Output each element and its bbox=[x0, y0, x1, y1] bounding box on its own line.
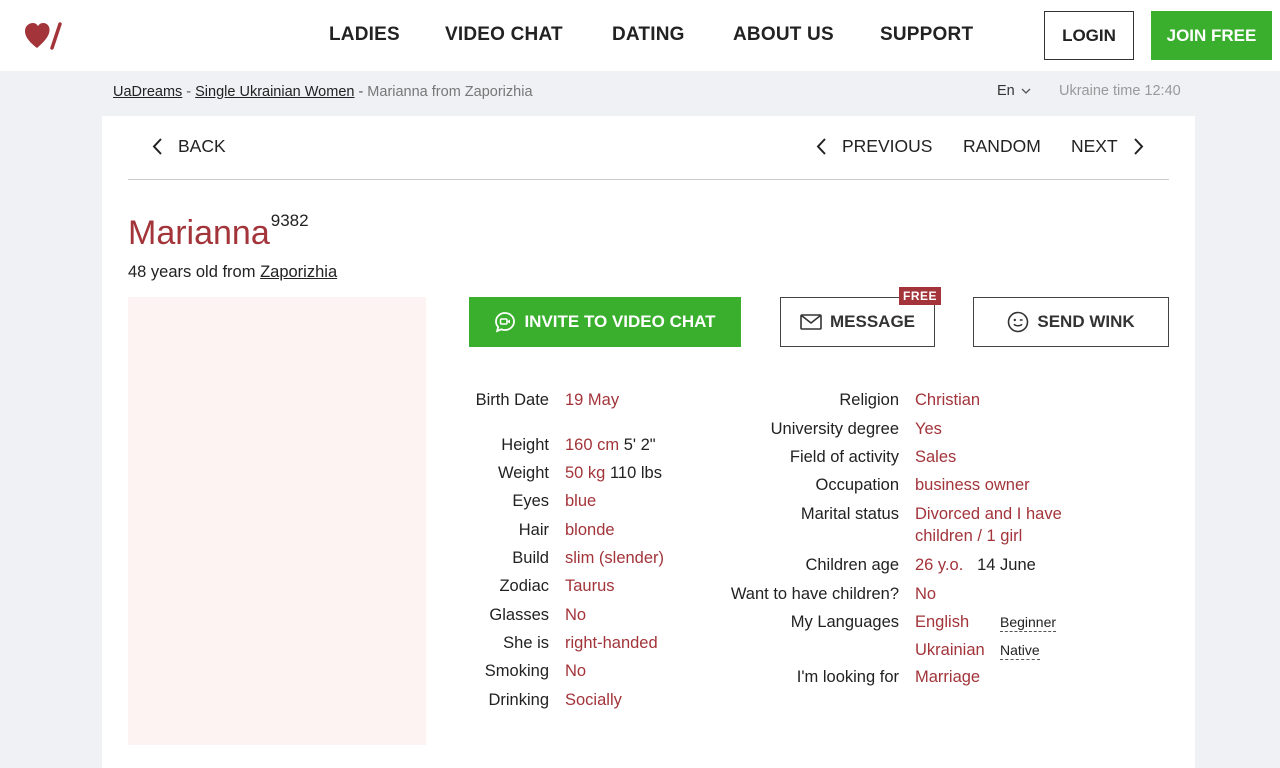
breadcrumb: UaDreams - Single Ukrainian Women - Marianna… bbox=[113, 84, 533, 100]
city-link[interactable]: Zaporizhia bbox=[260, 263, 337, 281]
detail-value: slim (slender) bbox=[565, 549, 665, 567]
detail-value: Yes bbox=[915, 420, 942, 438]
children-birthday: 14 June bbox=[977, 556, 1036, 574]
detail-value: Divorced and I have bbox=[915, 505, 1062, 523]
detail-label: Drinking bbox=[488, 691, 549, 709]
height-ft: 5' 2" bbox=[623, 436, 656, 454]
envelope-icon bbox=[800, 314, 822, 330]
profile-photo[interactable] bbox=[128, 297, 426, 745]
chevron-left-icon bbox=[152, 138, 162, 155]
detail-value: No bbox=[915, 585, 937, 603]
detail-value: business owner bbox=[915, 476, 1030, 494]
detail-value: 26 y.o. 14 June bbox=[915, 556, 1036, 575]
breadcrumb-separator: - bbox=[358, 84, 364, 100]
detail-label: Occupation bbox=[815, 476, 899, 494]
breadcrumb-current: Marianna from Zaporizhia bbox=[367, 84, 533, 100]
video-chat-label: INVITE TO VIDEO CHAT bbox=[524, 312, 716, 331]
back-label: BACK bbox=[178, 136, 226, 156]
detail-label: She is bbox=[503, 634, 549, 652]
previous-label: PREVIOUS bbox=[842, 136, 933, 156]
language-level[interactable]: Beginner bbox=[1000, 614, 1057, 632]
detail-label: Build bbox=[512, 549, 549, 567]
weight-lbs: 110 lbs bbox=[609, 464, 662, 482]
detail-label: Height bbox=[501, 436, 549, 454]
detail-value: blonde bbox=[565, 521, 615, 539]
detail-label: Marital status bbox=[800, 505, 899, 523]
chevron-right-icon bbox=[1133, 138, 1144, 155]
detail-label: Zodiac bbox=[499, 577, 549, 595]
back-button[interactable]: BACK bbox=[152, 136, 226, 157]
age-text: 48 years old from bbox=[128, 263, 256, 281]
detail-label: My Languages bbox=[790, 613, 899, 631]
previous-button[interactable]: PREVIOUS bbox=[816, 136, 932, 157]
profile-card: BACK PREVIOUS RANDOM NEXT Marianna9382 4… bbox=[102, 116, 1195, 768]
nav-about-us[interactable]: ABOUT US bbox=[733, 24, 834, 46]
detail-value: Marriage bbox=[915, 668, 981, 686]
next-label: NEXT bbox=[1071, 136, 1118, 156]
detail-label: Field of activity bbox=[789, 448, 899, 466]
detail-label: Hair bbox=[518, 521, 549, 539]
detail-label: Smoking bbox=[484, 662, 549, 680]
wink-smiley-icon bbox=[1008, 311, 1029, 333]
detail-value: Socially bbox=[565, 691, 622, 709]
weight-kg: 50 kg bbox=[565, 464, 606, 482]
detail-value: 160 cm 5' 2" bbox=[565, 436, 656, 455]
profile-navigation: BACK PREVIOUS RANDOM NEXT bbox=[128, 116, 1169, 180]
join-free-button[interactable]: JOIN FREE bbox=[1151, 11, 1272, 60]
detail-label: I'm looking for bbox=[796, 668, 899, 686]
detail-label: Eyes bbox=[512, 492, 549, 510]
send-wink-button[interactable]: SEND WINK bbox=[973, 297, 1169, 347]
detail-value: children / 1 girl bbox=[915, 527, 1023, 545]
language-name: English bbox=[915, 613, 970, 631]
heart-slash-logo-icon[interactable] bbox=[24, 20, 64, 52]
login-button[interactable]: LOGIN bbox=[1044, 11, 1134, 60]
detail-value: right-handed bbox=[565, 634, 658, 652]
random-button[interactable]: RANDOM bbox=[963, 136, 1041, 157]
profile-name: Marianna9382 bbox=[128, 211, 309, 253]
next-button[interactable]: NEXT bbox=[1071, 136, 1144, 157]
site-header: LADIES VIDEO CHAT DATING ABOUT US SUPPOR… bbox=[0, 0, 1280, 71]
detail-label: Birth Date bbox=[475, 391, 549, 409]
children-age: 26 y.o. bbox=[915, 556, 964, 574]
breadcrumb-home-link[interactable]: UaDreams bbox=[113, 84, 182, 100]
invite-video-chat-button[interactable]: INVITE TO VIDEO CHAT bbox=[469, 297, 741, 347]
free-badge: FREE bbox=[899, 287, 942, 305]
detail-value: No bbox=[565, 662, 587, 680]
nav-support[interactable]: SUPPORT bbox=[880, 24, 973, 46]
language-selector[interactable]: En bbox=[997, 83, 1031, 99]
ukraine-time: Ukraine time 12:40 bbox=[1059, 83, 1181, 99]
profile-id: 9382 bbox=[270, 211, 309, 230]
detail-value: Taurus bbox=[565, 577, 615, 595]
detail-label: University degree bbox=[770, 420, 899, 438]
profile-name-text: Marianna bbox=[128, 214, 270, 252]
detail-value: 19 May bbox=[565, 391, 620, 409]
detail-value: No bbox=[565, 606, 587, 624]
height-cm: 160 cm bbox=[565, 436, 620, 454]
breadcrumb-section-link[interactable]: Single Ukrainian Women bbox=[195, 84, 354, 100]
profile-age-location: 48 years old from Zaporizhia bbox=[128, 263, 337, 282]
chevron-down-icon bbox=[1021, 88, 1031, 94]
message-label: MESSAGE bbox=[829, 312, 916, 331]
nav-ladies[interactable]: LADIES bbox=[329, 24, 400, 46]
detail-label: Children age bbox=[805, 556, 899, 574]
language-name: Ukrainian bbox=[915, 641, 985, 659]
video-chat-icon bbox=[495, 312, 516, 333]
detail-value: Christian bbox=[915, 391, 981, 409]
detail-value: Sales bbox=[915, 448, 957, 466]
detail-label: Religion bbox=[839, 391, 899, 409]
detail-label: Weight bbox=[497, 464, 549, 482]
nav-video-chat[interactable]: VIDEO CHAT bbox=[445, 24, 563, 46]
breadcrumb-separator: - bbox=[186, 84, 192, 100]
language-level[interactable]: Native bbox=[1000, 642, 1040, 660]
detail-value: 50 kg 110 lbs bbox=[565, 464, 662, 483]
language-label: En bbox=[997, 83, 1015, 99]
detail-value: blue bbox=[565, 492, 597, 510]
detail-label: Want to have children? bbox=[730, 585, 899, 603]
chevron-left-icon bbox=[816, 138, 826, 155]
nav-dating[interactable]: DATING bbox=[612, 24, 685, 46]
detail-label: Glasses bbox=[489, 606, 549, 624]
send-wink-label: SEND WINK bbox=[1037, 312, 1135, 331]
